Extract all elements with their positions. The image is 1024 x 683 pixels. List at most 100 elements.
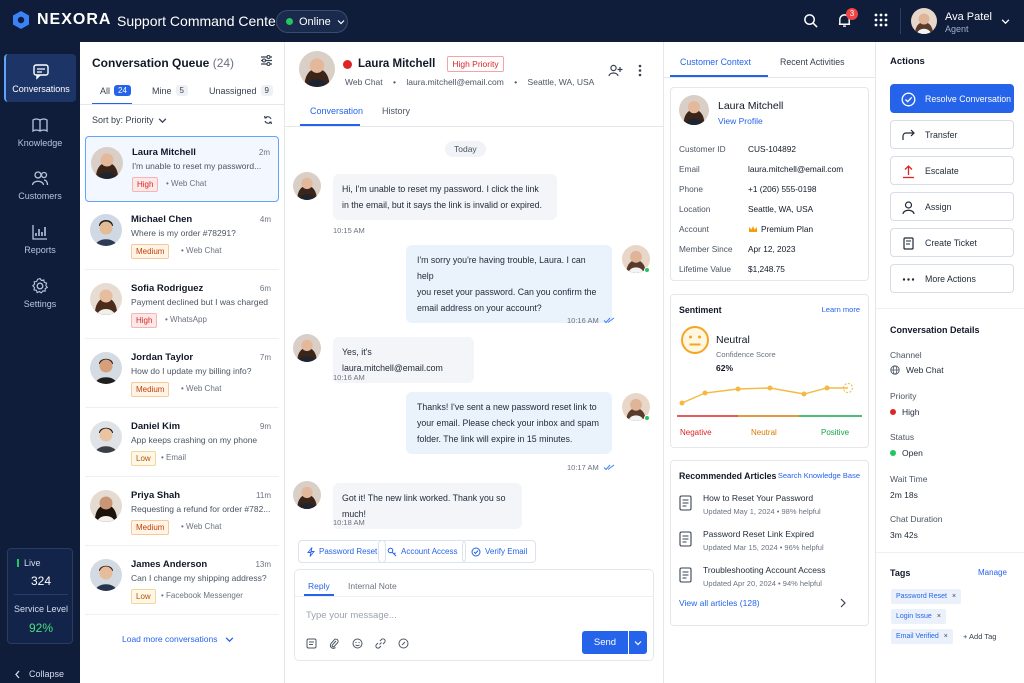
emoji-icon[interactable] xyxy=(352,638,363,649)
channel-text: Web Chat xyxy=(186,246,222,255)
online-status-dot xyxy=(644,267,650,273)
brand-logo[interactable]: NEXORA xyxy=(11,10,111,30)
sidebar-item-knowledge[interactable]: Knowledge xyxy=(4,108,76,156)
conversation-name: Sofia Rodriguez xyxy=(131,283,204,294)
more-actions-button[interactable]: More Actions xyxy=(890,264,1014,293)
view-all-articles-link[interactable]: View all articles (128) xyxy=(679,598,760,608)
tab-customer-context[interactable]: Customer Context xyxy=(680,57,751,67)
attachment-icon[interactable] xyxy=(329,638,340,649)
conversation-preview: I'm unable to reset my password... xyxy=(132,161,262,171)
article-meta: Updated Apr 20, 2024 • 94% helpful xyxy=(703,579,822,588)
resolve-conversation-button[interactable]: Resolve Conversation xyxy=(890,84,1014,113)
message-time: 10:18 AM xyxy=(333,518,365,527)
queue-tab-mine[interactable]: Mine 5 xyxy=(152,85,188,96)
transfer-button[interactable]: Transfer xyxy=(890,120,1014,149)
top-bar: NEXORA Support Command Center Online 3 A… xyxy=(0,0,1024,42)
escalate-button[interactable]: Escalate xyxy=(890,156,1014,185)
learn-more-link[interactable]: Learn more xyxy=(822,305,860,314)
quick-action-verify-email[interactable]: Verify Email xyxy=(462,540,537,563)
sort-label: Sort by: Priority xyxy=(92,115,154,125)
users-icon xyxy=(31,169,49,187)
user-name[interactable]: Ava Patel xyxy=(945,11,992,23)
field-value: CUS-104892 xyxy=(748,144,796,154)
queue-tab-all[interactable]: All 24 xyxy=(100,85,131,96)
send-options-dropdown[interactable] xyxy=(629,631,647,654)
conversation-item[interactable]: Daniel Kim 9m App keeps crashing on my p… xyxy=(85,411,279,477)
quick-action-password-reset[interactable]: Password Reset xyxy=(298,540,387,563)
link-icon[interactable] xyxy=(375,638,386,649)
divider xyxy=(876,308,1024,309)
tag-chip[interactable]: Email Verified × xyxy=(891,629,953,644)
refresh-icon[interactable] xyxy=(263,115,273,125)
chat-icon xyxy=(32,62,50,80)
chat-location: Seattle, WA, USA xyxy=(527,77,595,87)
gear-icon xyxy=(31,277,49,295)
divider xyxy=(14,594,68,595)
neutral-face-icon xyxy=(680,325,710,355)
conversation-item[interactable]: Priya Shah 11m Requesting a refund for o… xyxy=(85,480,279,546)
filter-sliders-icon[interactable] xyxy=(260,54,273,67)
link-alt-icon[interactable] xyxy=(398,638,409,649)
quick-action-account-access[interactable]: Account Access xyxy=(378,540,467,563)
message-input[interactable]: Type your message... xyxy=(306,610,397,621)
close-icon[interactable]: × xyxy=(937,613,941,620)
add-tag-button[interactable]: + Add Tag xyxy=(963,632,996,641)
live-label: Live xyxy=(24,558,41,568)
tab-reply[interactable]: Reply xyxy=(308,581,330,591)
queue-tab-unassigned[interactable]: Unassigned 9 xyxy=(209,85,273,96)
conversation-item[interactable]: Sofia Rodriguez 6m Payment declined but … xyxy=(85,273,279,339)
sidebar-item-customers[interactable]: Customers xyxy=(4,161,76,209)
create-ticket-button[interactable]: Create Ticket xyxy=(890,228,1014,257)
assign-button[interactable]: Assign xyxy=(890,192,1014,221)
tab-history[interactable]: History xyxy=(382,106,410,116)
tag-chip[interactable]: Login Issue × xyxy=(891,609,946,624)
tab-recent-activities[interactable]: Recent Activities xyxy=(780,57,845,67)
tag-chip[interactable]: Password Reset × xyxy=(891,589,962,604)
app-title: Support Command Center xyxy=(117,13,281,29)
status-dropdown[interactable]: Online xyxy=(276,10,348,33)
avatar xyxy=(299,51,335,87)
conversation-item[interactable]: Laura Mitchell 2m I'm unable to reset my… xyxy=(85,136,279,202)
tab-label: All xyxy=(100,85,111,96)
sidebar-item-reports[interactable]: Reports xyxy=(4,215,76,263)
conversation-item[interactable]: Michael Chen 4m Where is my order #78291… xyxy=(85,204,279,270)
tab-internal-note[interactable]: Internal Note xyxy=(348,581,397,591)
articles-title: Recommended Articles xyxy=(679,471,777,481)
sidebar-item-settings[interactable]: Settings xyxy=(4,269,76,317)
view-profile-link[interactable]: View Profile xyxy=(718,116,763,126)
customer-phone: +1 (206) 555-0198 xyxy=(748,184,817,194)
customer-name: Laura Mitchell xyxy=(718,100,784,112)
avatar[interactable] xyxy=(911,8,937,34)
apps-grid-icon[interactable] xyxy=(874,13,888,27)
load-more-button[interactable]: Load more conversations xyxy=(122,634,234,644)
chevron-down-icon xyxy=(337,18,345,26)
manage-tags-link[interactable]: Manage xyxy=(978,568,1007,577)
live-indicator: Live xyxy=(17,558,41,568)
search-icon[interactable] xyxy=(803,13,818,28)
conversation-item[interactable]: James Anderson 13m Can I change my shipp… xyxy=(85,549,279,615)
more-vertical-icon[interactable] xyxy=(638,64,642,77)
close-icon[interactable]: × xyxy=(944,633,948,640)
field-value: laura.mitchell@email.com xyxy=(748,164,844,174)
chevron-right-icon[interactable] xyxy=(839,598,846,608)
close-icon[interactable]: × xyxy=(952,593,956,600)
message-time-text: 10:16 AM xyxy=(567,316,599,325)
collapse-button[interactable]: Collapse xyxy=(14,669,64,679)
tag-label: Login Issue xyxy=(896,613,932,620)
add-user-icon[interactable] xyxy=(608,64,623,77)
service-level-label: Service Level xyxy=(13,604,69,614)
escalate-icon xyxy=(901,164,916,179)
search-knowledge-base-link[interactable]: Search Knowledge Base xyxy=(778,471,860,480)
sort-dropdown[interactable]: Sort by: Priority xyxy=(92,115,167,125)
divider xyxy=(295,596,653,597)
sentiment-label: Neutral xyxy=(716,334,750,346)
conversation-time: 11m xyxy=(256,491,271,500)
quick-action-label: Password Reset xyxy=(319,547,378,556)
send-button[interactable]: Send xyxy=(582,631,628,654)
sidebar-item-conversations[interactable]: Conversations xyxy=(4,54,76,102)
message-composer: Reply Internal Note Type your message...… xyxy=(294,569,654,661)
conversation-item[interactable]: Jordan Taylor 7m How do I update my bill… xyxy=(85,342,279,408)
template-icon[interactable] xyxy=(306,638,317,649)
tab-conversation[interactable]: Conversation xyxy=(310,106,363,116)
chevron-down-icon[interactable] xyxy=(1001,17,1010,26)
